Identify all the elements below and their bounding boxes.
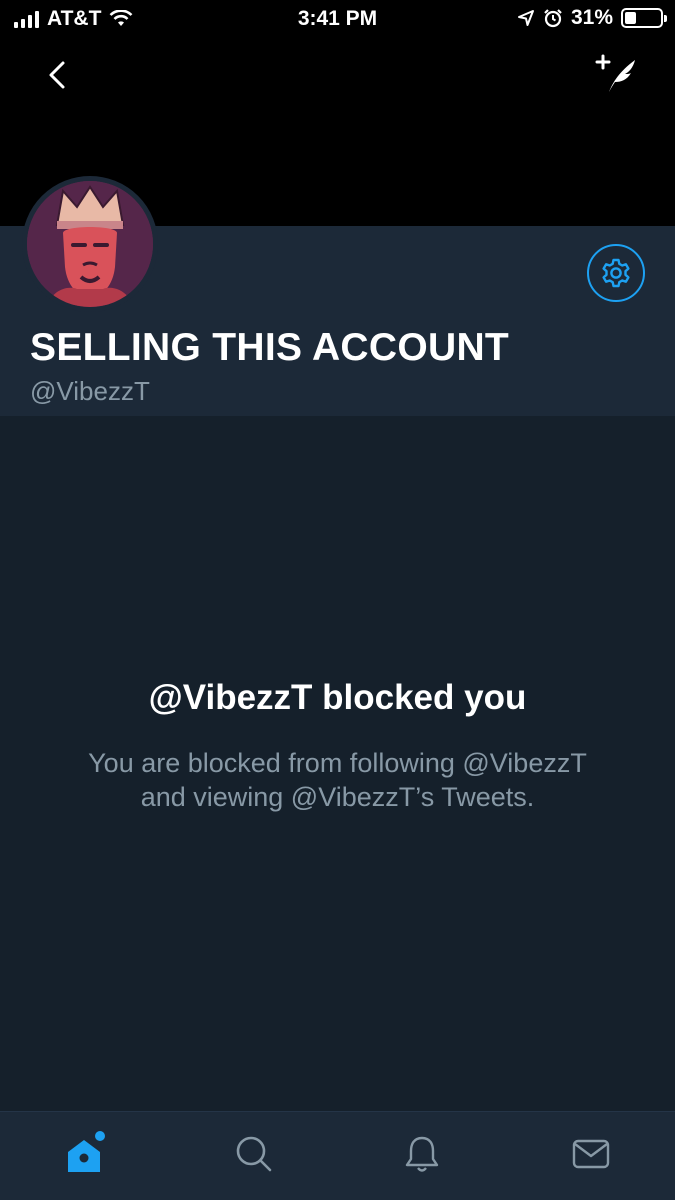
tab-search[interactable] xyxy=(230,1130,278,1178)
search-icon xyxy=(236,1136,272,1172)
gear-icon xyxy=(602,258,630,288)
blocked-title: @VibezzT blocked you xyxy=(148,678,527,717)
home-icon xyxy=(68,1131,105,1172)
back-button[interactable] xyxy=(36,54,78,96)
profile-handle: @VibezzT xyxy=(30,376,150,406)
battery-level-fill xyxy=(625,12,636,24)
envelope-icon xyxy=(572,1139,610,1169)
blocked-panel: @VibezzT blocked you You are blocked fro… xyxy=(0,416,675,1111)
bell-icon xyxy=(405,1136,439,1172)
blocked-message: You are blocked from following @VibezzT … xyxy=(88,748,587,812)
location-icon xyxy=(517,10,534,26)
back-icon xyxy=(49,61,65,89)
avatar[interactable] xyxy=(22,176,158,312)
tab-bar xyxy=(0,1111,675,1200)
alarm-icon xyxy=(544,9,562,28)
compose-tweet-button[interactable] xyxy=(595,52,645,98)
compose-tweet-icon xyxy=(595,54,635,92)
battery-percent: 31% xyxy=(570,6,613,29)
avatar-image xyxy=(27,181,153,307)
settings-button[interactable] xyxy=(587,244,645,302)
tab-home[interactable] xyxy=(62,1130,110,1178)
status-bar: AT&T 3:41 PM 31% xyxy=(0,0,675,38)
display-name: SELLING THIS ACCOUNT xyxy=(30,326,510,369)
status-right: 31% xyxy=(517,6,667,30)
tab-messages[interactable] xyxy=(567,1130,615,1178)
tab-notifications[interactable] xyxy=(398,1130,446,1178)
battery-icon xyxy=(621,8,667,28)
